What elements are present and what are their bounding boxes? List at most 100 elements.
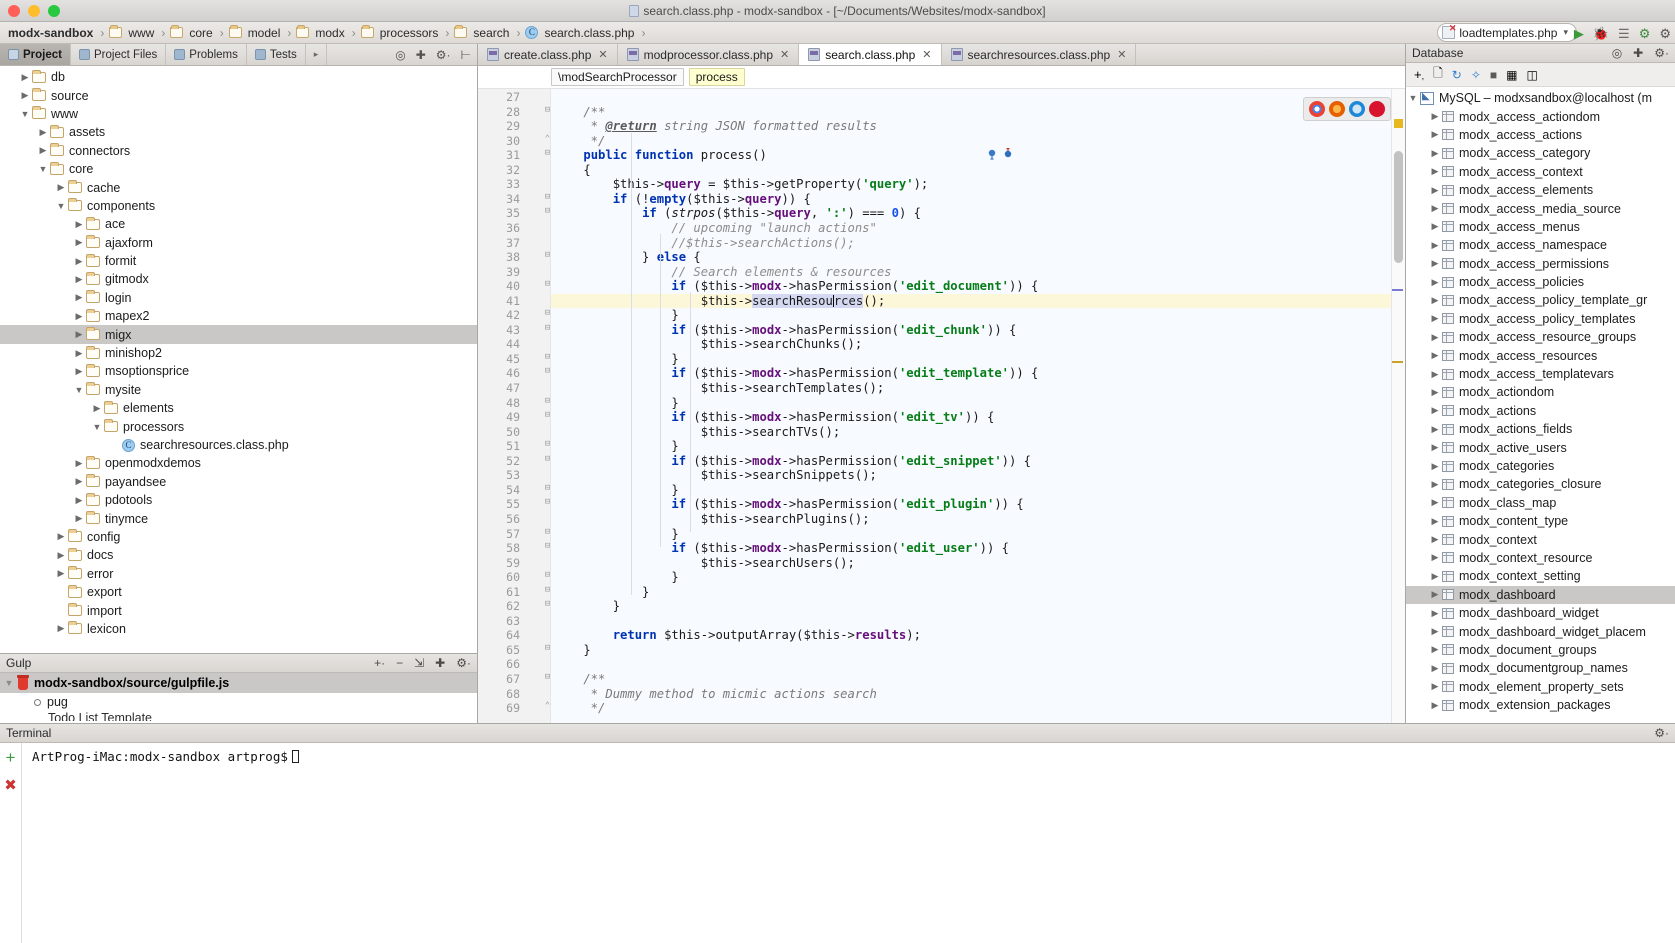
code-line[interactable]: 44 $this->searchChunks();	[478, 337, 1405, 352]
code-line[interactable]: 62 ⊟ }	[478, 599, 1405, 614]
breadcrumb-method-chip[interactable]: process	[688, 68, 745, 86]
settings-icon[interactable]: ⚙·	[1654, 46, 1669, 60]
db-table-row[interactable]: modx_documentgroup_names	[1406, 659, 1675, 677]
chevron-right-icon[interactable]	[72, 219, 86, 230]
tree-row-components[interactable]: components	[0, 197, 477, 215]
db-table-row[interactable]: modx_document_groups	[1406, 641, 1675, 659]
chevron-right-icon[interactable]	[1428, 424, 1442, 435]
editor-tab-search-class[interactable]: search.class.php ✕	[799, 44, 942, 65]
code-line[interactable]: 57 ⊟ }	[478, 527, 1405, 542]
chevron-right-icon[interactable]	[72, 458, 86, 469]
tab-project-files[interactable]: Project Files	[71, 44, 167, 65]
chevron-right-icon[interactable]	[1428, 258, 1442, 269]
db-table-row[interactable]: modx_access_resources	[1406, 346, 1675, 364]
db-table-row[interactable]: modx_element_property_sets	[1406, 678, 1675, 696]
db-table-row[interactable]: modx_access_category	[1406, 144, 1675, 162]
db-table-row[interactable]: modx_actions_fields	[1406, 420, 1675, 438]
code-line[interactable]: 49 ⊟ if ($this->modx->hasPermission('edit…	[478, 410, 1405, 425]
fold-collapse-icon[interactable]: ⊟	[542, 366, 553, 376]
tree-row-mysite[interactable]: mysite	[0, 381, 477, 399]
fold-collapse-icon[interactable]: ⊟	[542, 279, 553, 289]
database-tree[interactable]: MySQL – modxsandbox@localhost (m modx_acc…	[1406, 87, 1675, 723]
code-line[interactable]: 65 ⊟ }	[478, 643, 1405, 658]
db-table-row[interactable]: modx_context_resource	[1406, 549, 1675, 567]
chevron-right-icon[interactable]	[1428, 461, 1442, 472]
stop-icon[interactable]: ■	[1490, 68, 1497, 82]
fold-collapse-icon[interactable]: ⊟	[542, 643, 553, 653]
fold-collapse-icon[interactable]: ⊟	[542, 352, 553, 362]
breadcrumb-item-modx[interactable]: modx	[294, 25, 348, 40]
db-table-row[interactable]: modx_class_map	[1406, 494, 1675, 512]
chevron-right-icon[interactable]	[72, 292, 86, 303]
chevron-right-icon[interactable]	[36, 145, 50, 156]
chevron-right-icon[interactable]	[72, 256, 86, 267]
code-line[interactable]: 30 ⌃ */	[478, 134, 1405, 149]
tree-row-processors[interactable]: processors	[0, 417, 477, 435]
fold-collapse-icon[interactable]: ⊟	[542, 439, 553, 449]
code-line[interactable]: 46 ⊟ if ($this->modx->hasPermission('edit…	[478, 366, 1405, 381]
editor-tab-modprocessor-class[interactable]: modprocessor.class.php ✕	[618, 44, 800, 65]
code-line[interactable]: 55 ⊟ if ($this->modx->hasPermission('edit…	[478, 497, 1405, 512]
fold-collapse-icon[interactable]: ⊟	[542, 396, 553, 406]
chrome-icon[interactable]	[1309, 101, 1325, 117]
warning-marker[interactable]	[1394, 119, 1403, 128]
db-table-row[interactable]: modx_categories	[1406, 457, 1675, 475]
chevron-right-icon[interactable]	[1428, 313, 1442, 324]
tree-row-minishop2[interactable]: minishop2	[0, 344, 477, 362]
chevron-right-icon[interactable]	[54, 531, 68, 542]
code-line[interactable]: 35 ⊟ if (strpos($this->query, ':') === 0)…	[478, 206, 1405, 221]
db-table-row[interactable]: modx_access_templatevars	[1406, 365, 1675, 383]
chevron-right-icon[interactable]	[1428, 203, 1442, 214]
breadcrumb-item-model[interactable]: model	[227, 25, 285, 40]
marker-gutter[interactable]	[1391, 89, 1405, 723]
zoom-window-icon[interactable]	[48, 4, 60, 17]
code-line[interactable]: 52 ⊟ if ($this->modx->hasPermission('edit…	[478, 454, 1405, 469]
gulp-root-row[interactable]: modx-sandbox/source/gulpfile.js	[0, 673, 477, 693]
chevron-right-icon[interactable]	[1428, 350, 1442, 361]
fold-collapse-icon[interactable]: ⊟	[542, 672, 553, 682]
breadcrumb-item-www[interactable]: www	[107, 25, 158, 40]
code-line[interactable]: 47 $this->searchTemplates();	[478, 381, 1405, 396]
chevron-right-icon[interactable]	[1428, 479, 1442, 490]
db-table-row[interactable]: modx_access_namespace	[1406, 236, 1675, 254]
chevron-right-icon[interactable]	[1428, 534, 1442, 545]
tab-project[interactable]: Project	[0, 44, 71, 65]
tree-row-openmodxdemos[interactable]: openmodxdemos	[0, 454, 477, 472]
code-canvas[interactable]: 27 28 ⊟ /** 29 * @return string JSON format…	[478, 89, 1405, 723]
run-configuration-selector[interactable]: loadtemplates.php ▾	[1437, 23, 1577, 42]
chevron-right-icon[interactable]	[72, 366, 86, 377]
db-table-row[interactable]: modx_actiondom	[1406, 383, 1675, 401]
chevron-right-icon[interactable]	[1428, 552, 1442, 563]
chevron-right-icon[interactable]	[1428, 626, 1442, 637]
tree-row-export[interactable]: export	[0, 583, 477, 601]
code-line[interactable]: 63	[478, 614, 1405, 629]
chevron-right-icon[interactable]	[1428, 295, 1442, 306]
chevron-right-icon[interactable]	[1428, 221, 1442, 232]
code-line[interactable]: 36 // upcoming "launch actions"	[478, 221, 1405, 236]
refresh-icon[interactable]: ↻	[1452, 68, 1462, 82]
db-table-row[interactable]: modx_access_context	[1406, 163, 1675, 181]
fold-collapse-icon[interactable]: ⊟	[542, 541, 553, 551]
minimize-window-icon[interactable]	[28, 4, 40, 17]
profile-icon[interactable]: ⚙	[1639, 27, 1651, 40]
code-line[interactable]: 61 ⊟ }	[478, 585, 1405, 600]
tree-row-tinymce[interactable]: tinymce	[0, 509, 477, 527]
tree-row-ajaxform[interactable]: ajaxform	[0, 234, 477, 252]
chevron-right-icon[interactable]	[1428, 332, 1442, 343]
remove-icon[interactable]: −	[396, 656, 403, 670]
editor-vertical-scrollbar[interactable]	[1394, 151, 1403, 263]
locate-icon[interactable]: ◎	[1612, 46, 1622, 60]
code-line[interactable]: 31 ⊟ public function process()	[478, 148, 1405, 163]
chevron-down-icon[interactable]	[2, 678, 16, 688]
tree-row-lexicon[interactable]: lexicon	[0, 620, 477, 638]
code-line[interactable]: 58 ⊟ if ($this->modx->hasPermission('edit…	[478, 541, 1405, 556]
code-line[interactable]: 45 ⊟ }	[478, 352, 1405, 367]
locate-icon[interactable]: ◎	[395, 48, 405, 62]
tree-row-login[interactable]: login	[0, 289, 477, 307]
fold-end-icon[interactable]: ⌃	[542, 701, 553, 711]
chevron-right-icon[interactable]	[1428, 405, 1442, 416]
fold-end-icon[interactable]: ⌃	[542, 134, 553, 144]
db-table-row[interactable]: modx_actions	[1406, 402, 1675, 420]
tree-row-db[interactable]: db	[0, 68, 477, 86]
tree-row-mapex2[interactable]: mapex2	[0, 307, 477, 325]
